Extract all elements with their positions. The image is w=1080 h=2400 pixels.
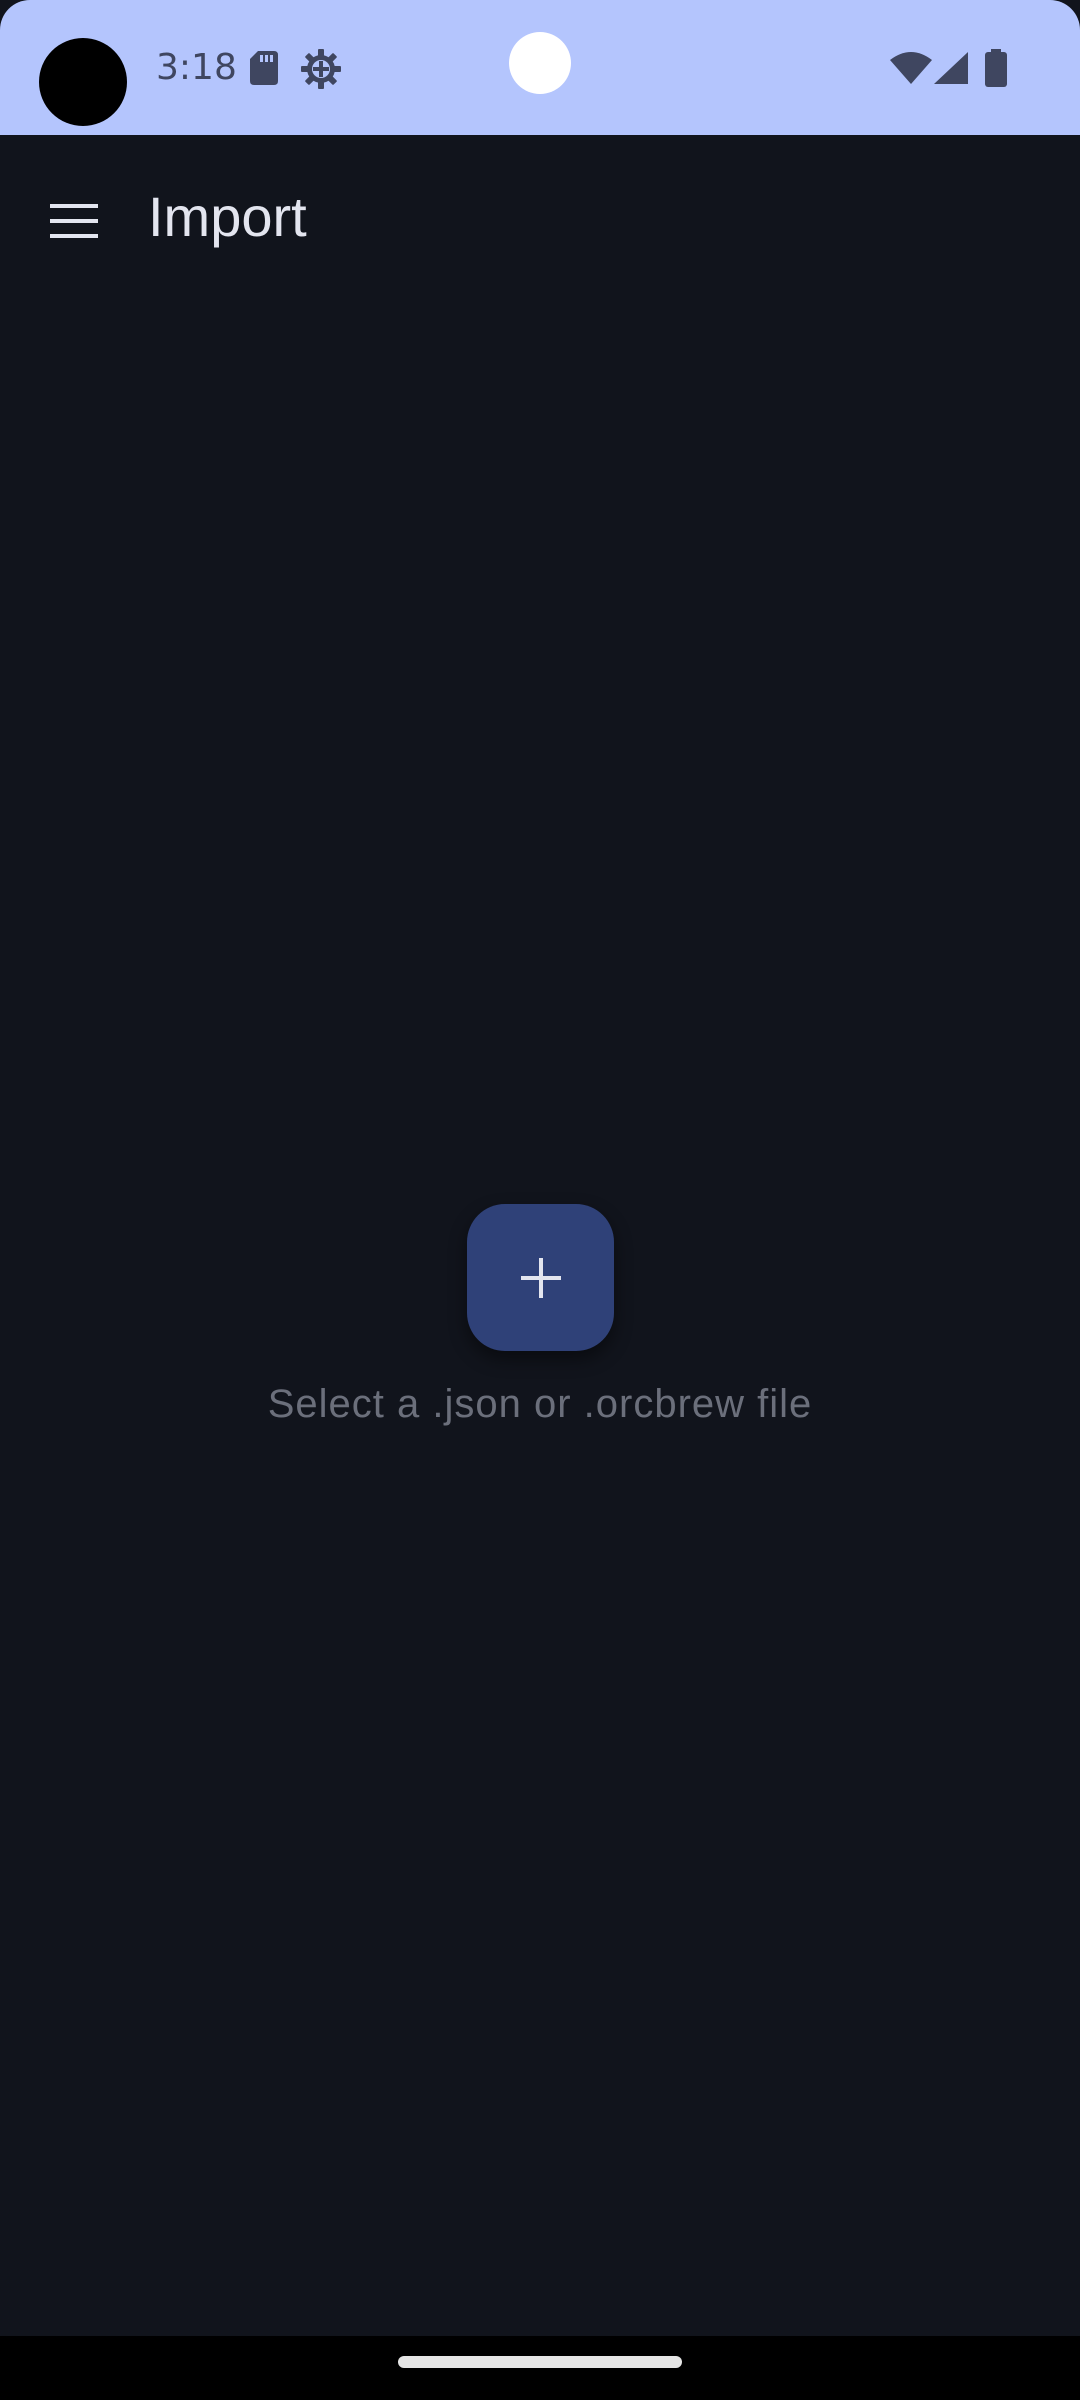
- settings-gear-icon: [301, 49, 341, 89]
- battery-icon: [985, 49, 1007, 87]
- wifi-icon: [890, 52, 932, 84]
- page-title: Import: [148, 185, 307, 248]
- screen: 3:18 Import Select a .json or .orcbrew f…: [0, 0, 1080, 2400]
- status-time: 3:18: [156, 47, 237, 88]
- cell-signal-icon: [934, 52, 968, 84]
- home-indicator[interactable]: [398, 2356, 682, 2368]
- menu-button[interactable]: [26, 173, 122, 269]
- sd-card-icon: [250, 51, 278, 85]
- app-bar: Import: [0, 135, 1080, 305]
- hamburger-menu-icon: [50, 204, 98, 238]
- navigation-bar: [0, 2336, 1080, 2400]
- camera-cutout: [39, 38, 127, 126]
- select-file-button[interactable]: [467, 1204, 614, 1351]
- status-bar: 3:18: [0, 0, 1080, 135]
- plus-icon: [520, 1257, 561, 1298]
- select-file-hint: Select a .json or .orcbrew file: [267, 1382, 813, 1426]
- camera-dot: [509, 32, 571, 94]
